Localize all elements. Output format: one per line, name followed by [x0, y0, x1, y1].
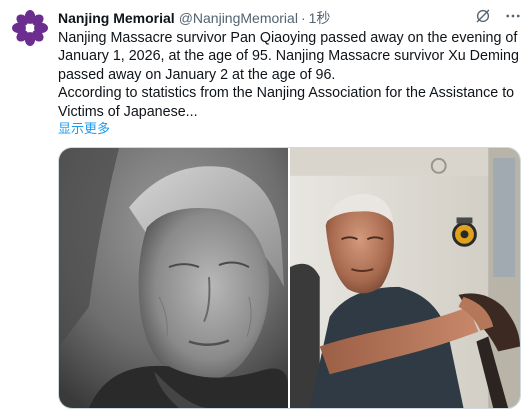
tweet-text-paragraph-2: According to statistics from the Nanjing… — [58, 85, 515, 120]
header-actions — [473, 6, 523, 26]
author-display-name[interactable]: Nanjing Memorial — [58, 8, 175, 28]
author-avatar[interactable] — [10, 8, 50, 48]
more-dots-icon — [506, 14, 520, 18]
photo-elderly-man[interactable] — [290, 148, 520, 408]
show-more-link[interactable]: 显示更多 — [58, 120, 110, 138]
tweet-text: Nanjing Massacre survivor Pan Qiaoying p… — [58, 29, 520, 121]
grok-icon — [476, 9, 490, 23]
tweet-timestamp[interactable]: 1秒 — [309, 8, 331, 28]
purple-flower-logo-icon — [10, 8, 50, 48]
tweet-header: Nanjing Memorial @NanjingMemorial · 1秒 — [58, 8, 330, 28]
more-options-button[interactable] — [503, 6, 523, 26]
tweet-card[interactable]: Nanjing Memorial @NanjingMemorial · 1秒 N… — [0, 0, 531, 412]
photo-elderly-woman[interactable] — [59, 148, 288, 408]
author-handle[interactable]: @NanjingMemorial — [179, 8, 298, 28]
tweet-text-paragraph-1: Nanjing Massacre survivor Pan Qiaoying p… — [58, 30, 519, 83]
grok-button[interactable] — [473, 6, 493, 26]
tweet-media — [58, 147, 521, 409]
photo-elderly-man-image — [290, 148, 520, 408]
header-separator: · — [300, 10, 306, 26]
photo-elderly-woman-image — [59, 148, 288, 408]
